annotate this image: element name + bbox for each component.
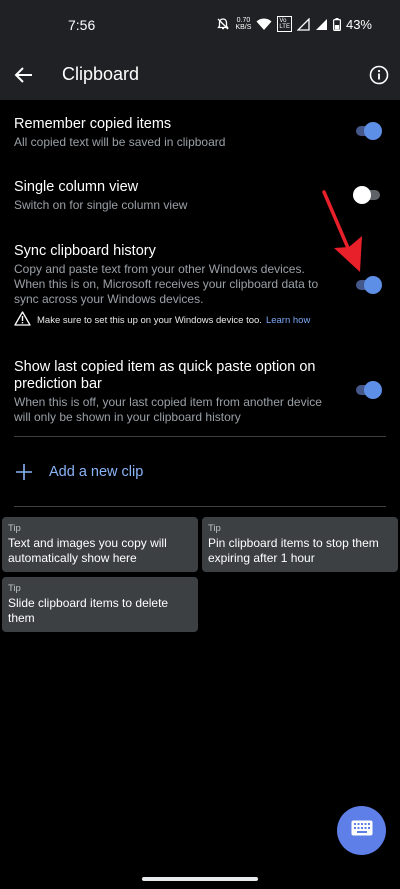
setting-subtitle: Switch on for single column view <box>14 198 188 212</box>
quick-paste-prediction-bar-toggle[interactable] <box>354 380 382 399</box>
toggle-thumb <box>364 381 382 399</box>
remember-copied-items-toggle[interactable] <box>354 121 382 140</box>
setting-title: Sync clipboard history <box>14 243 156 259</box>
setting-subtitle: When this is off, your last copied item … <box>14 395 322 424</box>
annotation-arrow-icon <box>322 190 362 272</box>
add-new-clip-label: Add a new clip <box>49 464 144 480</box>
setting-title: Single column view <box>14 179 139 195</box>
setting-title: Show last copied item as quick paste opt… <box>14 359 316 392</box>
battery-percent: 43% <box>345 16 372 32</box>
info-icon[interactable] <box>369 65 389 85</box>
status-bar: 7:56 0.70 KB/S Vo LTE 43% <box>0 0 400 50</box>
tip-label: Tip <box>8 523 21 534</box>
warning-text: Make sure to set this up on your Windows… <box>37 314 262 326</box>
speed-value: 0.70 <box>236 17 251 24</box>
toggle-thumb <box>364 122 382 140</box>
sync-warning: Make sure to set this up on your Windows… <box>14 311 310 329</box>
setting-title: Remember copied items <box>14 116 172 132</box>
app-bar: Clipboard <box>0 50 400 100</box>
tip-label: Tip <box>208 523 221 534</box>
add-new-clip-button[interactable]: Add a new clip <box>14 462 143 482</box>
network-speed: 0.70 KB/S <box>235 17 251 31</box>
keyboard-icon <box>351 820 373 841</box>
volte-badge: Vo LTE <box>277 16 292 32</box>
tip-text: Text and images you copy will automatica… <box>8 536 167 565</box>
setting-remember-copied-items: Remember copied items All copied text wi… <box>14 116 334 150</box>
warning-icon <box>14 311 31 329</box>
divider <box>14 506 386 507</box>
mute-icon <box>216 17 230 31</box>
page-title: Clipboard <box>62 64 140 84</box>
setting-subtitle: All copied text will be saved in clipboa… <box>14 135 226 149</box>
tip-text: Slide clipboard items to delete them <box>8 596 169 625</box>
status-time: 7:56 <box>68 17 96 33</box>
setting-quick-paste-prediction-bar: Show last copied item as quick paste opt… <box>14 359 334 425</box>
plus-icon <box>14 462 34 482</box>
status-icons: 0.70 KB/S Vo LTE 43% <box>216 16 372 32</box>
setting-sync-clipboard-history: Sync clipboard history Copy and paste te… <box>14 243 334 307</box>
tip-card[interactable]: Tip Slide clipboard items to delete them <box>2 577 198 632</box>
signal-icon <box>296 17 310 31</box>
speed-unit: KB/S <box>235 24 252 31</box>
wifi-icon <box>256 18 272 31</box>
back-arrow-icon[interactable] <box>13 64 35 86</box>
tip-card[interactable]: Tip Text and images you copy will automa… <box>2 517 198 572</box>
volte-line2: LTE <box>279 24 290 30</box>
setting-single-column-view: Single column view Switch on for single … <box>14 179 334 213</box>
tip-text: Pin clipboard items to stop them expirin… <box>208 536 379 565</box>
setting-subtitle: Copy and paste text from your other Wind… <box>14 262 319 306</box>
battery-icon <box>332 17 341 31</box>
learn-how-link[interactable]: Learn how <box>266 315 310 326</box>
keyboard-fab-button[interactable] <box>337 806 386 855</box>
signal-icon-2 <box>315 18 328 31</box>
tip-card[interactable]: Tip Pin clipboard items to stop them exp… <box>202 517 398 572</box>
home-indicator[interactable] <box>142 877 258 881</box>
tip-label: Tip <box>8 583 21 594</box>
toggle-thumb <box>364 276 382 294</box>
divider <box>14 436 386 437</box>
